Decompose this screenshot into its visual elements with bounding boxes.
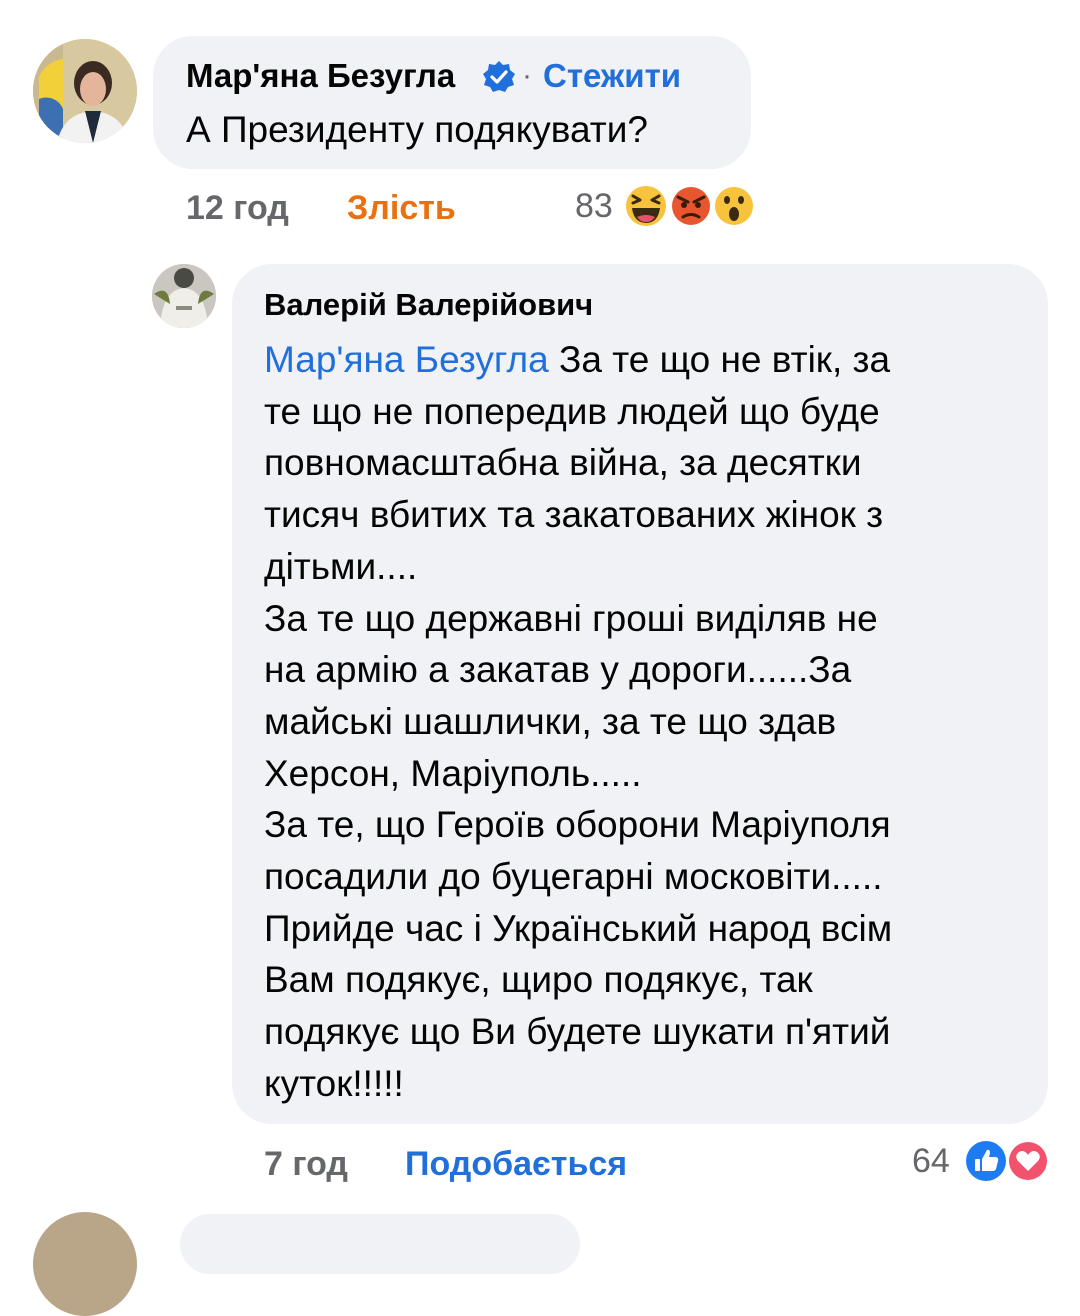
comment-line: За те, що Героїв оборони Маріуполя (264, 804, 891, 846)
comment-timestamp[interactable]: 12 год (186, 188, 289, 228)
comment-line: повномасштабна війна, за десятки (264, 442, 862, 484)
mention-link[interactable]: Мар'яна Безугла (264, 339, 549, 380)
verified-badge-icon (483, 61, 515, 92)
avatar[interactable] (152, 264, 216, 328)
comment-line: посадили до буцегарні московіти..... (264, 856, 883, 898)
comment-author[interactable]: Мар'яна Безугла (186, 56, 455, 96)
comment-author[interactable]: Валерій Валерійович (264, 285, 593, 325)
love-icon (1007, 1140, 1049, 1182)
avatar[interactable] (33, 1212, 137, 1316)
profile-photo (33, 39, 137, 143)
comment-line: Прийде час і Український народ всім (264, 907, 893, 949)
follow-button[interactable]: Стежити (543, 56, 681, 96)
reaction-count[interactable]: 83 (575, 186, 613, 226)
comment-timestamp[interactable]: 7 год (264, 1144, 348, 1184)
comment-line: Вам подякує, щиро подякує, так (264, 959, 813, 1001)
comment-text: Мар'яна Безугла За те що не втік, за те … (264, 334, 1024, 1110)
profile-photo (152, 264, 216, 328)
comment-line: дітьми.... (264, 545, 418, 587)
reaction-icons[interactable] (622, 183, 758, 229)
reaction-icons[interactable] (962, 1138, 1052, 1184)
reaction-button[interactable]: Подобається (405, 1144, 627, 1184)
comment-line: подякує що Ви будете шукати п'ятий (264, 1011, 891, 1053)
wow-emoji-icon (713, 185, 755, 227)
comment-line: Херсон, Маріуполь..... (264, 752, 642, 794)
reaction-button[interactable]: Злість (347, 188, 456, 228)
comment-text: А Президенту подякувати? (186, 109, 648, 150)
comment-line: на армію а закатав у дороги......За (264, 649, 852, 691)
comment-bubble (180, 1214, 580, 1274)
comment-line: тисяч вбитих та закатованих жінок з (264, 494, 884, 536)
comment-line: те що не попередив людей що буде (264, 390, 880, 432)
separator-dot: · (522, 59, 532, 92)
comment-line: куток!!!!! (264, 1062, 404, 1104)
comment-line-1: Мар'яна Безугла За те що не втік, за (264, 339, 891, 380)
like-icon (964, 1139, 1008, 1183)
comment-line: майські шашлички, за те що здав (264, 700, 837, 742)
reaction-count[interactable]: 64 (912, 1141, 950, 1181)
laughing-emoji-icon (624, 184, 668, 228)
avatar[interactable] (33, 39, 137, 143)
angry-emoji-icon (670, 185, 712, 227)
comment-line: За те що державні гроші виділяв не (264, 597, 878, 639)
